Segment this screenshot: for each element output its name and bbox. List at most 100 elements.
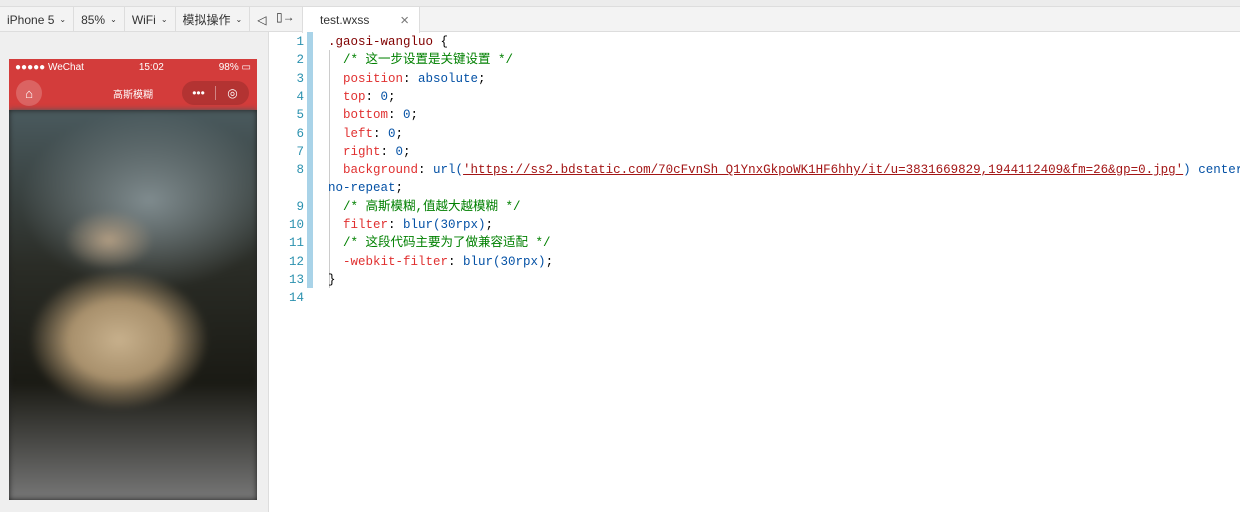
code-token: blur(30rpx)	[463, 254, 546, 269]
code-token: ;	[388, 89, 396, 104]
top-strip	[0, 0, 1240, 7]
code-token: :	[388, 108, 404, 123]
code-token: }	[328, 272, 336, 287]
code-token: absolute	[418, 71, 479, 86]
network-select[interactable]: WiFi ⌄	[125, 7, 176, 32]
code-token: :	[380, 144, 396, 159]
line-number: 12	[288, 254, 304, 269]
device-label: iPhone 5	[7, 12, 55, 27]
nav-bar: ⌂ 高斯模糊 ••• ◎	[9, 76, 257, 110]
code-token: /* 这段代码主要为了做兼容适配 */	[328, 236, 551, 251]
code-line: /* 这段代码主要为了做兼容适配 */	[328, 234, 551, 252]
code-line: position: absolute;	[328, 70, 486, 88]
code-line: no-repeat;	[328, 179, 403, 197]
simulator-toolbar: iPhone 5 ⌄ 85% ⌄ WiFi ⌄ 模拟操作 ⌄ ◁	[0, 7, 300, 32]
code-token: ;	[485, 218, 494, 232]
zoom-select[interactable]: 85% ⌄	[74, 7, 125, 32]
code-token: :	[403, 71, 419, 86]
line-number: 13	[288, 272, 304, 287]
code-token: no-repeat	[328, 181, 396, 196]
line-number: 11	[288, 236, 304, 251]
code-token: /* 高斯模糊,值越大越模糊 */	[328, 199, 521, 214]
code-line: /* 这一步设置是关键设置 */	[328, 51, 513, 69]
code-token: 0	[380, 89, 389, 104]
code-token: -webkit-filter	[328, 254, 449, 269]
code-token: 0	[395, 144, 404, 159]
code-token: )	[1183, 163, 1191, 178]
status-bar: ●●●●● WeChat 15:02 98% ▭	[9, 59, 257, 76]
code-token: 0	[388, 126, 396, 141]
code-token: /* 这一步设置是关键设置 */	[328, 53, 514, 68]
code-line: left: 0;	[328, 125, 403, 143]
modified-gutter	[307, 32, 313, 288]
line-number: 10	[288, 218, 304, 232]
tab-test-wxss[interactable]: test.wxss ×	[302, 7, 420, 33]
code-token: bottom	[328, 108, 389, 123]
line-number: 4	[296, 89, 304, 104]
editor-tabbar: test.wxss ×	[270, 7, 1240, 33]
capsule-menu: ••• ◎	[182, 81, 249, 105]
code-line: background: url('https://ss2.bdstatic.co…	[328, 161, 1240, 179]
code-line: -webkit-filter: blur(30rpx);	[328, 253, 553, 271]
code-token: :	[418, 163, 434, 178]
code-token: :	[388, 218, 404, 232]
code-line: top: 0;	[328, 88, 396, 106]
line-number: 2	[296, 53, 304, 68]
code-token: ;	[478, 71, 486, 86]
code-token: url(	[433, 163, 464, 178]
more-button[interactable]: •••	[182, 86, 215, 100]
code-line: }	[328, 271, 336, 289]
code-token: ;	[410, 108, 419, 123]
code-line: right: 0;	[328, 143, 411, 161]
code-token: blur(30rpx)	[403, 218, 486, 232]
clock: 15:02	[138, 62, 164, 73]
line-number: 14	[288, 291, 304, 306]
phone-screen: ●●●●● WeChat 15:02 98% ▭ ⌂ 高斯模糊 ••• ◎	[9, 59, 257, 500]
close-icon[interactable]: ×	[400, 12, 409, 29]
battery-level: 98%	[218, 62, 239, 73]
chevron-down-icon: ⌄	[160, 15, 168, 24]
code-token: left	[328, 126, 374, 141]
code-token: {	[440, 35, 449, 49]
line-number: 6	[296, 126, 304, 141]
tab-label: test.wxss	[320, 13, 370, 27]
battery: 98% ▭	[218, 62, 251, 73]
chevron-down-icon: ⌄	[235, 15, 243, 24]
close-button[interactable]: ◎	[216, 86, 249, 100]
code-token: :	[365, 89, 381, 104]
split-editor-icon[interactable]: ▯→	[276, 10, 295, 24]
device-select[interactable]: iPhone 5 ⌄	[0, 7, 75, 32]
code-token: position	[328, 71, 404, 86]
chevron-down-icon: ⌄	[59, 15, 67, 24]
code-token: :	[448, 254, 464, 269]
code-line: bottom: 0;	[328, 106, 418, 124]
blurred-image	[9, 110, 257, 500]
simulate-label: 模拟操作	[182, 13, 231, 27]
code-token: right	[328, 144, 381, 159]
line-number: 5	[296, 108, 304, 123]
zoom-label: 85%	[81, 12, 106, 27]
code-token: :	[373, 126, 389, 141]
network-label: WiFi	[131, 12, 156, 27]
code-token: ;	[545, 254, 554, 269]
line-number: 7	[296, 144, 304, 159]
code-token: top	[328, 89, 366, 104]
line-number: 8	[296, 163, 304, 178]
code-token: background	[328, 163, 419, 178]
chevron-down-icon: ⌄	[110, 15, 117, 24]
code-token: ;	[403, 144, 411, 159]
line-number: 9	[296, 199, 304, 214]
code-line: filter: blur(30rpx);	[328, 216, 493, 234]
code-token: ;	[395, 126, 404, 141]
line-number: 3	[296, 71, 304, 86]
code-token: filter	[328, 218, 389, 232]
line-number: 1	[296, 35, 304, 49]
code-line: .gaosi-wangluo {	[328, 33, 448, 51]
code-token: center/cover	[1198, 163, 1240, 178]
code-token: .gaosi-wangluo	[328, 35, 441, 49]
code-line: /* 高斯模糊,值越大越模糊 */	[328, 198, 521, 216]
code-token: ;	[395, 181, 404, 196]
code-token: 0	[403, 108, 411, 123]
carrier: ●●●●● WeChat	[15, 62, 84, 73]
simulate-select[interactable]: 模拟操作 ⌄	[176, 7, 251, 32]
